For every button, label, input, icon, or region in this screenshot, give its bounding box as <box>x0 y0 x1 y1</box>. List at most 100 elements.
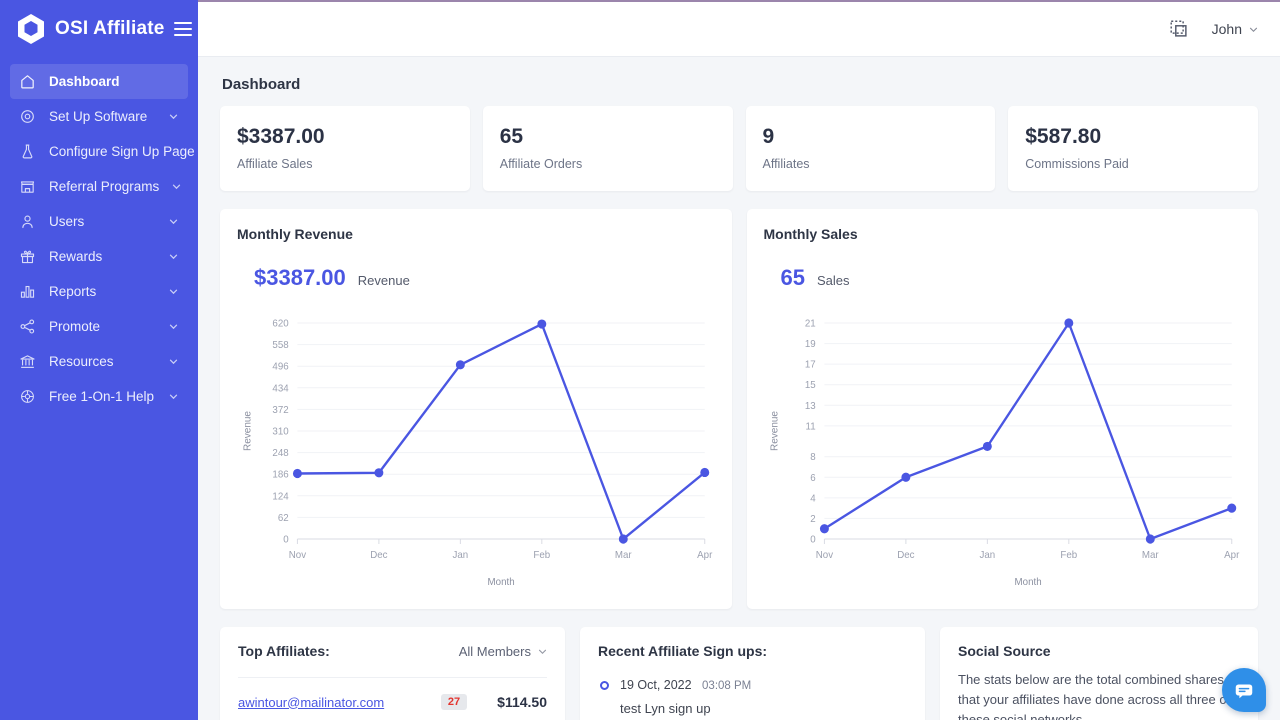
svg-text:Dec: Dec <box>370 550 387 561</box>
svg-text:558: 558 <box>272 340 289 351</box>
sidebar-item-label: Promote <box>49 319 156 334</box>
svg-text:496: 496 <box>272 362 289 373</box>
stat-card-affiliates: 9 Affiliates <box>746 106 996 191</box>
hamburger-icon[interactable] <box>174 22 192 36</box>
svg-text:Mar: Mar <box>615 550 632 561</box>
svg-text:186: 186 <box>272 470 289 481</box>
svg-text:0: 0 <box>810 534 816 545</box>
bar-chart-icon <box>19 283 36 300</box>
chevron-down-icon <box>169 392 178 401</box>
sidebar-item-dashboard[interactable]: Dashboard <box>10 64 188 99</box>
sidebar-nav: Dashboard Set Up Software Configure Sign… <box>0 64 198 414</box>
svg-text:13: 13 <box>804 401 815 412</box>
revenue-plot: 062124186248310372434496558620NovDecJanF… <box>237 309 715 597</box>
members-filter-dropdown[interactable]: All Members <box>459 644 547 659</box>
page-title: Dashboard <box>220 57 1258 106</box>
stat-label: Affiliate Sales <box>237 157 453 171</box>
chevron-down-icon <box>169 252 178 261</box>
chevron-down-icon <box>538 647 547 656</box>
stat-cards: $3387.00 Affiliate Sales 65 Affiliate Or… <box>220 106 1258 191</box>
sidebar-item-label: Users <box>49 214 156 229</box>
sidebar-item-reports[interactable]: Reports <box>10 274 188 309</box>
chart-big-value: $3387.00 <box>254 265 346 291</box>
monthly-sales-card: Monthly Sales 65 Sales 02468111315171921… <box>747 209 1259 609</box>
chevron-down-icon <box>169 322 178 331</box>
bottom-cards: Top Affiliates: All Members awintour@mai… <box>220 627 1258 720</box>
affiliate-email-link[interactable]: awintour@mailinator.com <box>238 695 441 710</box>
chat-widget-button[interactable] <box>1222 668 1266 712</box>
stat-label: Commissions Paid <box>1025 157 1241 171</box>
copy-duplicate-icon[interactable] <box>1168 18 1190 40</box>
chart-summary: $3387.00 Revenue <box>237 265 715 291</box>
chevron-down-icon <box>169 287 178 296</box>
chart-sub-label: Sales <box>817 273 850 288</box>
table-row: awintour@mailinator.com 27 $114.50 <box>238 677 547 710</box>
svg-text:Mar: Mar <box>1141 550 1158 561</box>
svg-text:Month: Month <box>488 577 515 588</box>
svg-text:Dec: Dec <box>897 550 914 561</box>
sidebar-item-promote[interactable]: Promote <box>10 309 188 344</box>
chat-bubble-icon <box>1233 679 1255 701</box>
sidebar-item-users[interactable]: Users <box>10 204 188 239</box>
brand-header: OSI Affiliate <box>0 0 198 58</box>
svg-text:6: 6 <box>810 473 816 484</box>
sidebar: OSI Affiliate Dashboard Set Up Software <box>0 0 198 720</box>
stat-label: Affiliate Orders <box>500 157 716 171</box>
social-source-card: Social Source The stats below are the to… <box>940 627 1258 720</box>
user-menu[interactable]: John <box>1212 21 1258 37</box>
flask-icon <box>19 143 36 160</box>
status-badge: 27 <box>441 694 467 710</box>
sidebar-item-resources[interactable]: Resources <box>10 344 188 379</box>
chart-sub-label: Revenue <box>358 273 410 288</box>
main-area: John Dashboard $3387.00 Affiliate Sales … <box>198 0 1280 720</box>
home-icon <box>19 73 36 90</box>
svg-text:17: 17 <box>804 360 815 371</box>
sidebar-item-configure-sign-up-page[interactable]: Configure Sign Up Page <box>10 134 188 169</box>
user-icon <box>19 213 36 230</box>
stat-value: $587.80 <box>1025 125 1241 148</box>
sidebar-item-free-1-on-1-help[interactable]: Free 1-On-1 Help <box>10 379 188 414</box>
brand-name: OSI Affiliate <box>55 18 165 40</box>
signup-time: 03:08 PM <box>702 680 751 692</box>
svg-text:0: 0 <box>283 534 289 545</box>
svg-text:Jan: Jan <box>453 550 469 561</box>
svg-text:372: 372 <box>272 405 288 416</box>
svg-text:124: 124 <box>272 491 289 502</box>
chevron-down-icon <box>169 357 178 366</box>
page-content: Dashboard $3387.00 Affiliate Sales 65 Af… <box>198 57 1280 720</box>
sidebar-item-set-up-software[interactable]: Set Up Software <box>10 99 188 134</box>
social-source-description: The stats below are the total combined s… <box>958 670 1240 720</box>
svg-text:2: 2 <box>810 514 815 525</box>
sidebar-item-label: Free 1-On-1 Help <box>49 389 156 404</box>
svg-text:15: 15 <box>804 380 815 391</box>
svg-text:Jan: Jan <box>979 550 995 561</box>
chart-summary: 65 Sales <box>764 265 1242 291</box>
chart-cards: Monthly Revenue $3387.00 Revenue 0621241… <box>220 209 1258 609</box>
chevron-down-icon <box>169 217 178 226</box>
signup-date: 19 Oct, 2022 <box>620 678 692 692</box>
top-affiliates-card: Top Affiliates: All Members awintour@mai… <box>220 627 565 720</box>
sidebar-item-label: Referral Programs <box>49 179 159 194</box>
revenue-line-chart: 062124186248310372434496558620NovDecJanF… <box>237 309 715 597</box>
svg-text:Revenue: Revenue <box>769 411 780 451</box>
svg-text:434: 434 <box>272 383 289 394</box>
stat-label: Affiliates <box>763 157 979 171</box>
globe-gear-icon <box>19 388 36 405</box>
topbar: John <box>198 2 1280 57</box>
sidebar-item-referral-programs[interactable]: Referral Programs <box>10 169 188 204</box>
sidebar-item-label: Reports <box>49 284 156 299</box>
store-icon <box>19 178 36 195</box>
sales-plot: 02468111315171921NovDecJanFebMarAprMonth… <box>764 309 1242 597</box>
sidebar-item-rewards[interactable]: Rewards <box>10 239 188 274</box>
svg-text:11: 11 <box>805 421 815 432</box>
svg-text:Nov: Nov <box>289 550 306 561</box>
stat-card-affiliate-orders: 65 Affiliate Orders <box>483 106 733 191</box>
signups-timeline: 19 Oct, 2022 03:08 PM test Lyn sign up <box>598 676 907 716</box>
sidebar-item-label: Dashboard <box>49 74 178 89</box>
chart-title: Monthly Sales <box>764 226 1242 242</box>
svg-text:248: 248 <box>272 448 289 459</box>
app-root: OSI Affiliate Dashboard Set Up Software <box>0 0 1280 720</box>
timeline-dot-icon <box>600 681 609 690</box>
recent-signups-card: Recent Affiliate Sign ups: 19 Oct, 2022 … <box>580 627 925 720</box>
user-name: John <box>1212 21 1242 37</box>
